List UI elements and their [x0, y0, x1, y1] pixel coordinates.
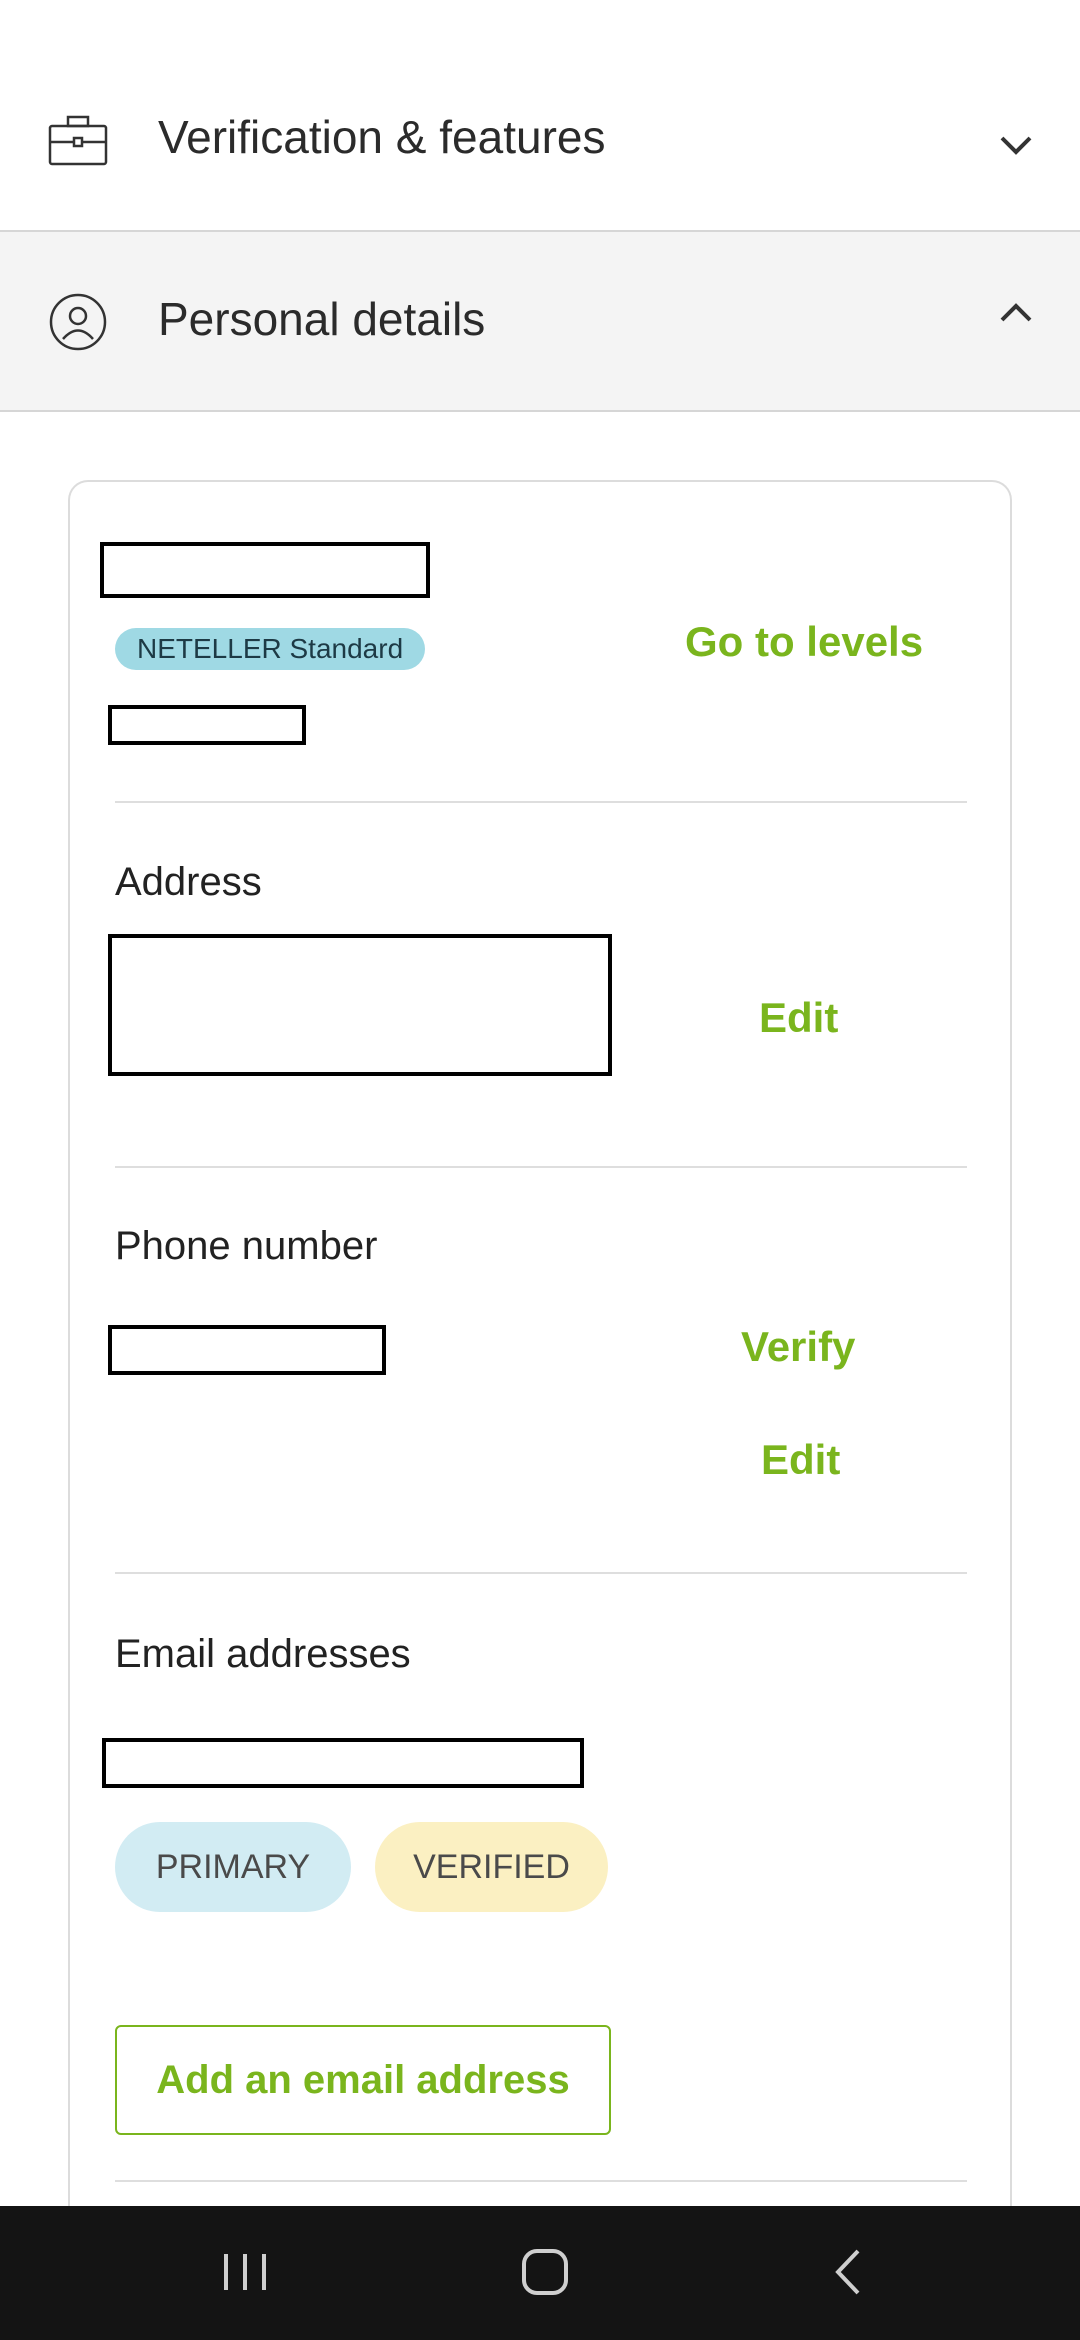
- chevron-down-icon[interactable]: [998, 132, 1034, 161]
- accordion-title: Personal details: [158, 293, 486, 345]
- level-badge: NETELLER Standard: [115, 628, 426, 670]
- system-nav-bar: [0, 2206, 1080, 2340]
- accordion-verification-features[interactable]: Verification & features: [0, 72, 1080, 232]
- primary-badge: PRIMARY: [115, 1822, 351, 1912]
- phone-label: Phone number: [115, 1224, 378, 1268]
- phone-edit-link[interactable]: Edit: [761, 1436, 840, 1484]
- verified-badge: VERIFIED: [375, 1822, 608, 1912]
- divider: [115, 1166, 967, 1168]
- divider: [115, 2180, 967, 2182]
- add-email-button[interactable]: Add an email address: [115, 2025, 611, 2135]
- chevron-up-icon[interactable]: [998, 302, 1034, 331]
- address-label: Address: [115, 860, 262, 904]
- redacted-account-id: [108, 705, 306, 745]
- redacted-name: [100, 542, 430, 598]
- recent-apps-icon[interactable]: [220, 2246, 270, 2303]
- accordion-personal-details[interactable]: Personal details: [0, 232, 1080, 412]
- home-icon[interactable]: [520, 2246, 570, 2303]
- back-icon[interactable]: [830, 2246, 870, 2303]
- briefcase-icon: [48, 114, 108, 171]
- redacted-phone: [108, 1325, 386, 1375]
- phone-verify-link[interactable]: Verify: [741, 1323, 855, 1371]
- divider: [115, 801, 967, 803]
- go-to-levels-link[interactable]: Go to levels: [685, 618, 923, 666]
- address-edit-link[interactable]: Edit: [759, 994, 838, 1042]
- redacted-email: [102, 1738, 584, 1788]
- divider: [115, 1572, 967, 1574]
- email-label: Email addresses: [115, 1632, 411, 1676]
- accordion-title: Verification & features: [158, 111, 606, 163]
- user-circle-icon: [48, 292, 108, 357]
- redacted-address: [108, 934, 612, 1076]
